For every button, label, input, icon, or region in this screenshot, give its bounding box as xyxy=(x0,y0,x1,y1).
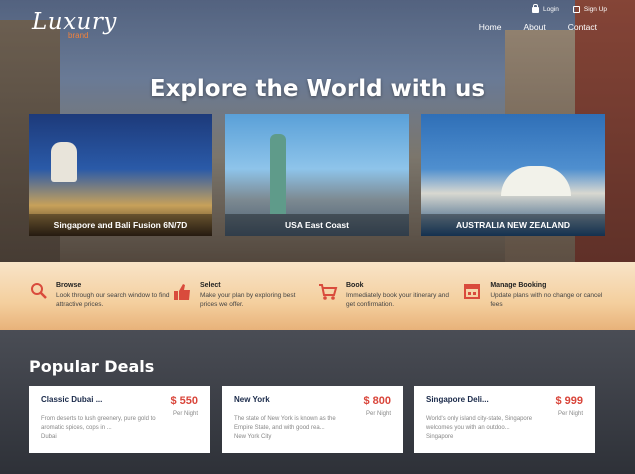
nav-home[interactable]: Home xyxy=(479,22,502,32)
feature-title: Book xyxy=(346,282,364,289)
site-logo[interactable]: Luxury brand xyxy=(32,9,117,40)
deal-desc: From deserts to lush greenery, pure gold… xyxy=(41,416,156,431)
deal-price: $ 999 xyxy=(555,395,583,407)
main-nav: Home About Contact xyxy=(479,22,597,32)
deal-card-dubai[interactable]: Classic Dubai ... $ 550 Per Night From d… xyxy=(29,386,210,453)
feature-title: Manage Booking xyxy=(490,282,547,289)
destination-caption: AUSTRALIA NEW ZEALAND xyxy=(421,214,605,236)
feature-book: Book Immediately book your itinerary and… xyxy=(318,282,458,309)
deal-card-singapore[interactable]: Singapore Deli... $ 999 Per Night World'… xyxy=(414,386,595,453)
destination-card-usa-east-coast[interactable]: USA East Coast xyxy=(225,114,409,236)
logo-brand: brand xyxy=(68,31,89,40)
destination-card-singapore-bali[interactable]: Singapore and Bali Fusion 6N/7D xyxy=(29,114,212,236)
signup-icon xyxy=(572,5,580,13)
deal-price-unit: Per Night xyxy=(557,411,583,417)
deal-desc: World's only island city-state, Singapor… xyxy=(426,416,533,431)
destination-caption: USA East Coast xyxy=(225,214,409,236)
signup-link[interactable]: Sign Up xyxy=(572,5,607,13)
hero-headline: Explore the World with us xyxy=(149,76,486,102)
feature-browse: Browse Look through our search window to… xyxy=(30,282,170,309)
nav-about[interactable]: About xyxy=(523,22,545,32)
merlion-image xyxy=(51,142,77,182)
deal-location: New York City xyxy=(234,434,272,440)
deal-card-new-york[interactable]: New York $ 800 Per Night The state of Ne… xyxy=(222,386,403,453)
deal-desc: The state of New York is known as the Em… xyxy=(234,416,336,431)
popular-deals-section: Popular Deals Classic Dubai ... $ 550 Pe… xyxy=(0,330,635,474)
feature-desc: Make your plan by exploring best prices … xyxy=(200,292,296,308)
search-icon xyxy=(30,282,48,304)
deal-price-unit: Per Night xyxy=(172,411,198,417)
feature-manage-booking: Manage Booking Update plans with no chan… xyxy=(462,282,607,309)
deal-price: $ 550 xyxy=(170,395,198,407)
deal-price-unit: Per Night xyxy=(365,411,391,417)
thumbs-up-icon xyxy=(172,282,192,304)
feature-title: Browse xyxy=(56,282,82,289)
feature-desc: Look through our search window to find a… xyxy=(56,292,170,308)
nav-contact[interactable]: Contact xyxy=(568,22,597,32)
destination-card-australia-nz[interactable]: AUSTRALIA NEW ZEALAND xyxy=(421,114,605,236)
feature-title: Select xyxy=(200,282,221,289)
deal-location: Singapore xyxy=(426,434,454,440)
deal-price: $ 800 xyxy=(363,395,391,407)
destination-caption: Singapore and Bali Fusion 6N/7D xyxy=(29,214,212,236)
feature-select: Select Make your plan by exploring best … xyxy=(172,282,312,309)
login-label: Login xyxy=(542,5,559,13)
cart-icon xyxy=(318,282,338,304)
deal-location: Dubai xyxy=(41,434,57,440)
lock-icon xyxy=(531,4,539,13)
feature-desc: Update plans with no change or cancel fe… xyxy=(490,292,603,308)
calendar-icon xyxy=(462,282,482,304)
signup-label: Sign Up xyxy=(583,5,607,13)
features-band: Browse Look through our search window to… xyxy=(0,262,635,330)
feature-desc: Immediately book your itinerary and get … xyxy=(346,292,449,308)
auth-links: Login Sign Up xyxy=(531,4,607,13)
hero-section: Luxury brand Login Sign Up Home About Co… xyxy=(0,0,635,262)
login-link[interactable]: Login xyxy=(531,4,559,13)
opera-house-image xyxy=(501,166,571,196)
statue-of-liberty-image xyxy=(270,134,286,214)
section-title: Popular Deals xyxy=(29,357,155,376)
